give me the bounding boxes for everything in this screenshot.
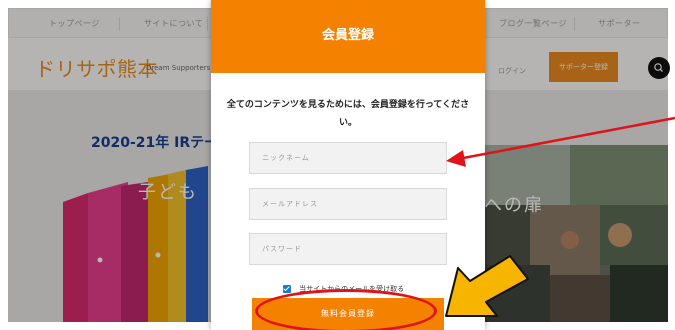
screenshot-frame: トップページ サイトについて ブログ一覧ページ サポーター ドリサポ熊本 Dre… [0, 0, 675, 330]
email-field[interactable]: メールアドレス [249, 188, 447, 220]
password-field[interactable]: パスワード [249, 233, 447, 265]
nickname-field[interactable]: ニックネーム [249, 142, 447, 174]
highlight-ellipse-annotation [255, 289, 437, 330]
modal-title: 会員登録 [321, 28, 374, 43]
newsletter-checkbox[interactable] [283, 284, 291, 293]
modal-description: 全てのコンテンツを見るためには、会員登録を行ってください。 [226, 100, 470, 128]
modal-header: 会員登録 [211, 0, 485, 73]
signup-modal: 会員登録 全てのコンテンツを見るためには、会員登録を行ってください。 ニックネー… [211, 0, 485, 330]
